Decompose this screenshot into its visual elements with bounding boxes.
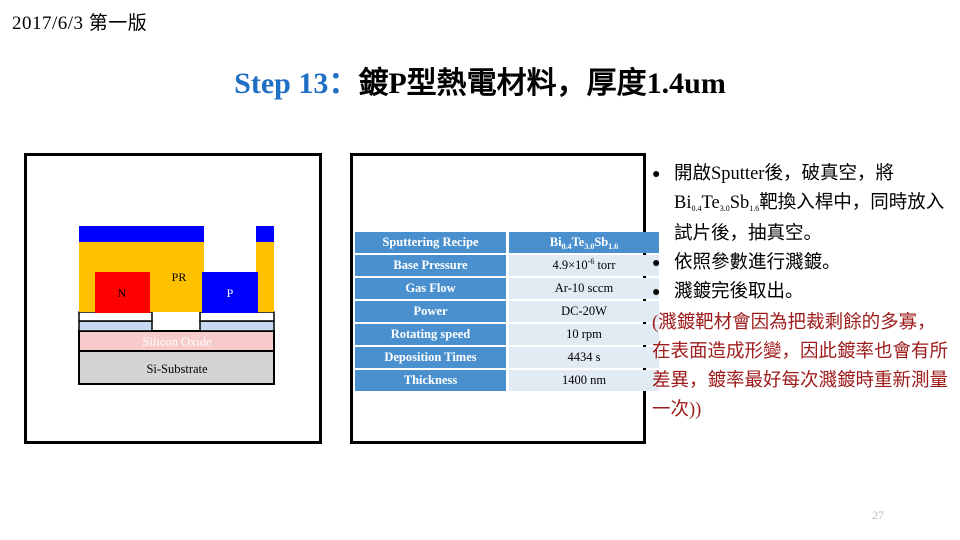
page-title-cn: 鍍P型熱電材料，厚度1.4um <box>358 67 726 100</box>
recipe-parameter-value: DC-20W <box>509 301 659 322</box>
recipe-table-body: Sputtering Recipe Bi0.4Te3.0Sb1.6 Base Pre… <box>355 232 659 391</box>
sputtering-recipe-table: Sputtering Recipe Bi0.4Te3.0Sb1.6 Base Pre… <box>355 230 659 393</box>
slide-date-line: 2017/6/3 第一版 <box>12 13 148 34</box>
page-number: 27 <box>872 508 884 522</box>
table-row: Thickness 1400 nm <box>355 370 659 391</box>
recipe-parameter-name: Rotating speed <box>355 324 509 345</box>
table-row: Rotating speed 10 rpm <box>355 324 659 345</box>
process-diagram-box: N PR P Silicon Oxide Si-Substrate <box>24 153 322 444</box>
recipe-parameter-value: 4.9×10-6 torr <box>509 255 659 276</box>
list-item: ● 開啟Sputter後，破真空，將Bi0.4Te3.0Sb1.6靶換入桿中，同時… <box>652 160 952 249</box>
bullet-dot-icon: ● <box>652 167 661 182</box>
photoresist-right-pillar <box>256 241 274 312</box>
p-type-label: P <box>227 286 234 300</box>
list-item: ● 依照參數進行濺鍍。 <box>652 249 952 278</box>
recipe-table-box: Sputtering Recipe Bi0.4Te3.0Sb1.6 Base Pre… <box>350 153 659 444</box>
red-caution-note: (濺鍍靶材會因為把裁剩餘的多寡，在表面造成形變，因此鍍率也會有所差異，鍍率最好每… <box>652 313 949 420</box>
list-item-text: 開啟Sputter後，破真空，將Bi0.4Te3.0Sb1.6靶換入桿中，同時放… <box>674 164 945 244</box>
electrode-left-upper <box>78 311 153 322</box>
slide-root: 2017/6/3 第一版 Step 13：鍍P型熱電材料，厚度1.4um N P… <box>0 0 960 540</box>
deposited-film-right <box>256 226 274 242</box>
recipe-parameter-value: 1400 nm <box>509 370 659 391</box>
list-item-text: 依照參數進行濺鍍。 <box>674 253 841 273</box>
list-item: ● 濺鍍完後取出。 <box>652 278 952 307</box>
table-row: Power DC-20W <box>355 301 659 322</box>
silicon-oxide-label: Silicon Oxide <box>142 335 212 349</box>
recipe-parameter-name: Thickness <box>355 370 509 391</box>
list-item-text: 濺鍍完後取出。 <box>674 282 804 302</box>
bullet-list: ● 開啟Sputter後，破真空，將Bi0.4Te3.0Sb1.6靶換入桿中，同時… <box>652 160 952 307</box>
n-type-label: N <box>118 286 127 300</box>
recipe-parameter-name: Base Pressure <box>355 255 509 276</box>
table-row: Gas Flow Ar-10 sccm <box>355 278 659 299</box>
recipe-parameter-name: Power <box>355 301 509 322</box>
recipe-parameter-value: Ar-10 sccm <box>509 278 659 299</box>
electrode-left-lower <box>78 320 153 332</box>
electrode-right-upper <box>199 311 275 322</box>
recipe-parameter-name: Deposition Times <box>355 347 509 368</box>
electrode-right-lower <box>199 320 275 332</box>
deposited-film-main <box>79 226 204 242</box>
cross-section-svg: N PR P Silicon Oxide Si-Substrate <box>78 226 275 385</box>
table-row: Sputtering Recipe Bi0.4Te3.0Sb1.6 <box>355 232 659 253</box>
bullet-dot-icon: ● <box>652 256 661 271</box>
si-substrate-label: Si-Substrate <box>146 362 208 376</box>
page-title-en: Step 13： <box>234 67 359 100</box>
recipe-parameter-name: Sputtering Recipe <box>355 232 509 253</box>
table-row: Deposition Times 4434 s <box>355 347 659 368</box>
recipe-parameter-value: Bi0.4Te3.0Sb1.6 <box>509 232 659 253</box>
pr-label: PR <box>172 270 187 284</box>
bullet-dot-icon: ● <box>652 285 661 300</box>
recipe-parameter-value: 10 rpm <box>509 324 659 345</box>
notes-panel: ● 開啟Sputter後，破真空，將Bi0.4Te3.0Sb1.6靶換入桿中，同時… <box>652 160 952 425</box>
page-title: Step 13：鍍P型熱電材料，厚度1.4um <box>0 58 960 102</box>
recipe-parameter-name: Gas Flow <box>355 278 509 299</box>
recipe-parameter-value: 4434 s <box>509 347 659 368</box>
table-row: Base Pressure 4.9×10-6 torr <box>355 255 659 276</box>
